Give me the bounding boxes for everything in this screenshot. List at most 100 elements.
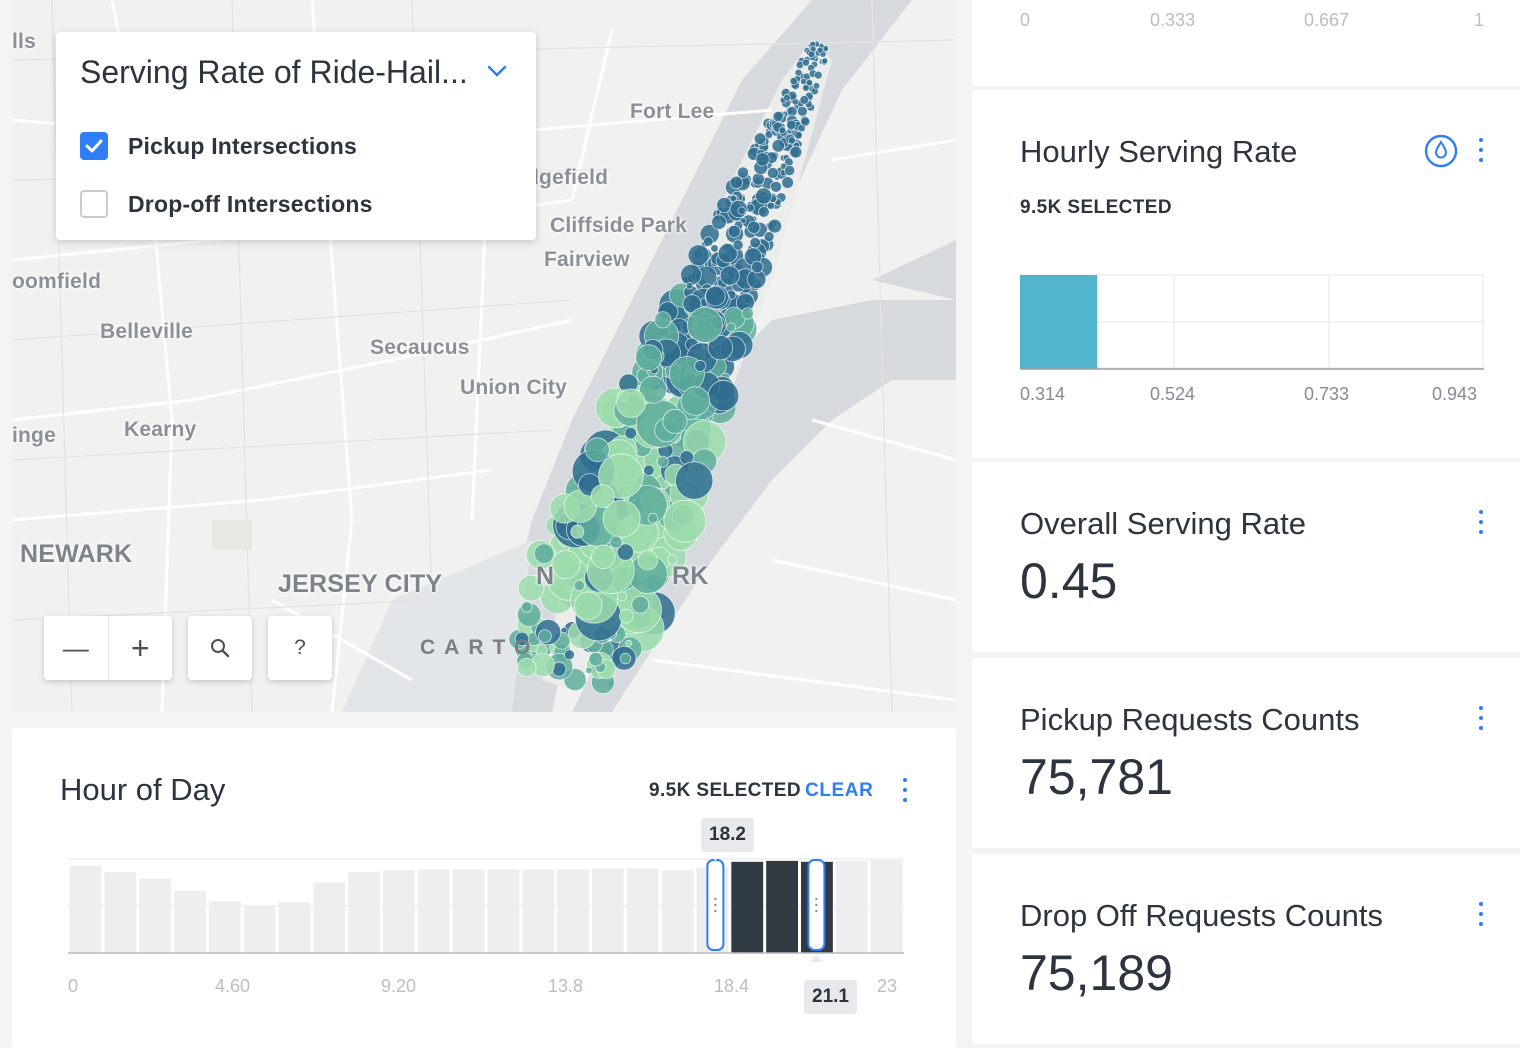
intersection-point[interactable] [812, 82, 821, 90]
intersection-point[interactable] [618, 608, 634, 624]
histogram-bar[interactable] [452, 869, 485, 953]
histogram-bar[interactable] [174, 890, 206, 953]
intersection-point[interactable] [520, 601, 533, 613]
serving-rate-histogram[interactable] [1020, 274, 1484, 374]
intersection-point[interactable] [726, 322, 736, 333]
intersection-point[interactable] [538, 629, 552, 643]
intersection-point[interactable] [783, 93, 791, 102]
intersection-point[interactable] [564, 649, 575, 661]
intersection-point[interactable] [797, 105, 808, 117]
intersection-point[interactable] [573, 579, 585, 592]
histogram-bar[interactable] [69, 865, 102, 953]
intersection-point[interactable] [591, 544, 616, 570]
intersection-point[interactable] [767, 218, 782, 234]
histogram-bar[interactable] [557, 869, 589, 953]
intersection-point[interactable] [741, 307, 754, 320]
intersection-point[interactable] [751, 260, 764, 274]
histogram-bar[interactable] [243, 906, 276, 953]
intersection-point[interactable] [625, 639, 633, 647]
search-button[interactable] [188, 616, 252, 680]
intersection-point[interactable] [656, 455, 669, 468]
intersection-point[interactable] [719, 265, 740, 286]
intersection-point[interactable] [654, 311, 672, 329]
intersection-point[interactable] [703, 236, 714, 247]
intersection-point[interactable] [781, 176, 794, 189]
intersection-point[interactable] [805, 78, 813, 87]
intersection-point[interactable] [590, 484, 615, 509]
intersection-point[interactable] [609, 535, 623, 549]
histogram-bar[interactable] [383, 870, 415, 953]
intersection-point[interactable] [766, 167, 779, 179]
intersection-point[interactable] [813, 70, 823, 80]
more-options-icon[interactable] [902, 778, 908, 804]
more-options-icon[interactable] [1478, 902, 1484, 928]
intersection-point[interactable] [647, 512, 659, 524]
intersection-point[interactable] [794, 131, 803, 140]
intersection-point[interactable] [778, 126, 787, 134]
histogram-bar[interactable] [348, 872, 380, 953]
intersection-point[interactable] [707, 379, 740, 412]
chevron-down-icon[interactable] [486, 60, 508, 82]
intersection-point[interactable] [687, 244, 710, 267]
clear-button[interactable]: CLEAR [805, 780, 873, 802]
intersection-point[interactable] [799, 77, 808, 86]
histogram-bar[interactable] [104, 872, 137, 953]
range-handle-right[interactable] [807, 859, 826, 962]
histogram-bar[interactable] [870, 859, 903, 953]
intersection-point[interactable] [789, 145, 803, 159]
intersection-point[interactable] [685, 282, 694, 290]
intersection-point[interactable] [807, 50, 816, 59]
dropoff-checkbox[interactable] [80, 190, 108, 218]
intersection-point[interactable] [631, 595, 650, 614]
histogram-bar[interactable] [417, 869, 450, 953]
intersection-point[interactable] [789, 77, 798, 86]
intersection-point[interactable] [585, 666, 593, 675]
intersection-point[interactable] [737, 206, 746, 215]
intersection-point[interactable] [716, 197, 733, 213]
intersection-point[interactable] [755, 187, 773, 205]
intersection-point[interactable] [680, 386, 711, 416]
histogram-bar[interactable] [313, 882, 346, 954]
intersection-point[interactable] [517, 657, 537, 678]
intersection-point[interactable] [711, 214, 727, 230]
intersection-point[interactable] [588, 651, 603, 667]
more-options-icon[interactable] [1478, 138, 1484, 164]
histogram-bar[interactable] [835, 860, 868, 953]
intersection-point[interactable] [643, 464, 655, 477]
intersection-point[interactable] [635, 344, 662, 372]
color-by-icon[interactable] [1424, 134, 1458, 168]
intersection-point[interactable] [800, 116, 811, 127]
intersection-point[interactable] [686, 306, 723, 343]
histogram-bar-selected[interactable] [731, 861, 764, 953]
layer-selector-title[interactable]: Serving Rate of Ride-Hail... [80, 54, 468, 91]
histogram-bar[interactable] [661, 870, 694, 953]
intersection-point[interactable] [772, 111, 784, 123]
intersection-point[interactable] [753, 132, 767, 145]
intersection-point[interactable] [747, 220, 761, 234]
histogram-bar[interactable] [626, 868, 659, 953]
histogram-bar[interactable] [208, 901, 241, 953]
dropoff-intersections-option[interactable]: Drop-off Intersections [80, 188, 373, 220]
more-options-icon[interactable] [1478, 706, 1484, 732]
histogram-bar[interactable] [278, 902, 311, 953]
intersection-point[interactable] [770, 180, 782, 193]
zoom-in-button[interactable]: + [109, 616, 173, 680]
intersection-point[interactable] [624, 427, 637, 440]
zoom-out-button[interactable]: — [44, 616, 109, 680]
more-options-icon[interactable] [1478, 510, 1484, 536]
intersection-point[interactable] [727, 224, 741, 238]
intersection-point[interactable] [763, 231, 775, 243]
intersection-point[interactable] [585, 437, 610, 463]
intersection-point[interactable] [755, 152, 770, 167]
pickup-intersections-option[interactable]: Pickup Intersections [80, 130, 357, 162]
intersection-point[interactable] [663, 499, 707, 543]
histogram-bar[interactable] [592, 868, 624, 953]
intersection-point[interactable] [751, 172, 765, 186]
histogram-bar[interactable] [487, 869, 520, 953]
intersection-point[interactable] [533, 543, 555, 564]
intersection-point[interactable] [794, 68, 803, 77]
intersection-point[interactable] [710, 244, 719, 253]
intersection-point[interactable] [573, 591, 603, 620]
intersection-point[interactable] [617, 591, 628, 602]
intersection-point[interactable] [816, 46, 824, 54]
